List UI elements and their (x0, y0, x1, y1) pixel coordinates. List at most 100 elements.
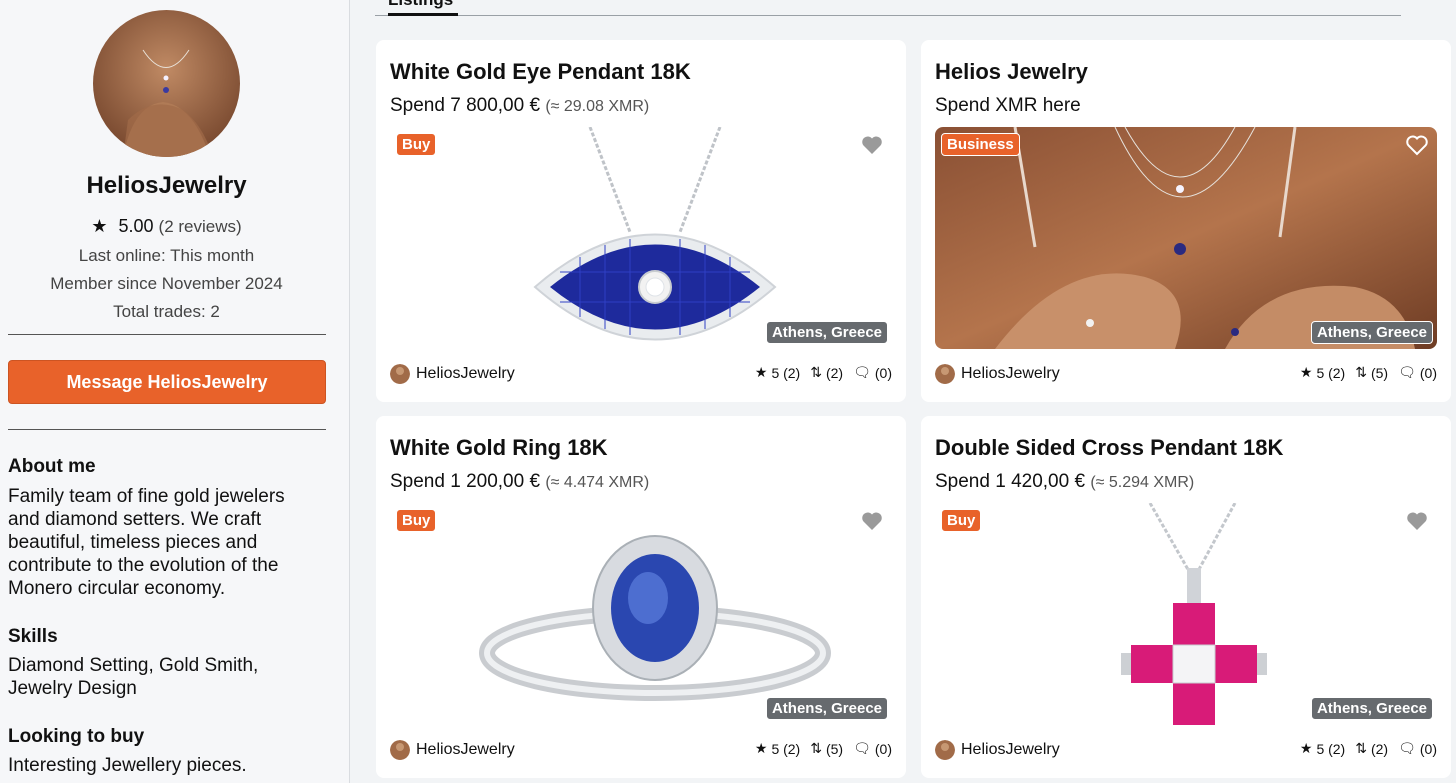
listing-badge: Buy (941, 509, 982, 532)
listing-stats: ★ 5 (2) ⇅ (5) 🗨 (0) (1296, 364, 1437, 381)
last-online: Last online: This month (78, 246, 255, 265)
comment-icon: 🗨 (1398, 740, 1416, 756)
listing-stats: ★ 5 (2) ⇅ (2) 🗨 (0) (1296, 740, 1437, 757)
seller-name[interactable]: HeliosJewelry (961, 365, 1060, 383)
about-text: Family team of fine gold jewelers and di… (8, 486, 285, 599)
comments-stat: (0) (874, 740, 892, 757)
heart-icon[interactable] (1405, 133, 1429, 157)
seller-avatar (935, 740, 955, 760)
message-button[interactable]: Message HeliosJewelry (8, 360, 326, 404)
comment-icon: 🗨 (853, 740, 871, 756)
trades-arrows-icon: ⇅ (1355, 364, 1367, 380)
trades-arrows-icon: ⇅ (810, 364, 822, 380)
listing-card[interactable]: White Gold Ring 18K Spend 1 200,00 € (≈ … (376, 416, 906, 778)
heart-icon[interactable] (1405, 509, 1429, 533)
comments-stat: (0) (1419, 740, 1437, 757)
member-since: Member since November 2024 (50, 274, 283, 293)
trades-stat: (5) (825, 740, 844, 757)
star-icon: ★ (754, 364, 768, 380)
seller-info[interactable]: HeliosJewelry (390, 740, 515, 760)
location-badge: Athens, Greece (1310, 697, 1433, 720)
skills-text: Diamond Setting, Gold Smith, Jewelry Des… (8, 655, 259, 699)
rating-stat: 5 (2) (1316, 740, 1346, 757)
listing-stats: ★ 5 (2) ⇅ (2) 🗨 (0) (751, 364, 892, 381)
listing-footer: HeliosJewelry ★ 5 (2) ⇅ (2) 🗨 (0) (935, 740, 1437, 762)
tab-listings[interactable]: Listings (388, 0, 453, 10)
listing-price: Spend 1 420,00 € (≈ 5.294 XMR) (935, 471, 1194, 493)
looking-heading: Looking to buy (8, 726, 145, 747)
listing-badge: Buy (396, 509, 437, 532)
trades-stat: (2) (1370, 740, 1389, 757)
seller-name[interactable]: HeliosJewelry (416, 365, 515, 383)
seller-name[interactable]: HeliosJewelry (961, 741, 1060, 759)
trades-stat: (2) (825, 364, 844, 381)
seller-avatar (390, 364, 410, 384)
seller-avatar (935, 364, 955, 384)
price-xmr: (≈ 4.474 XMR) (545, 474, 650, 491)
seller-info[interactable]: HeliosJewelry (935, 364, 1060, 384)
star-icon: ★ (1299, 740, 1313, 756)
price-xmr: (≈ 5.294 XMR) (1090, 474, 1195, 491)
tab-active-indicator (388, 13, 458, 16)
listing-image[interactable] (935, 127, 1437, 349)
price-eur: Spend 7 800,00 € (390, 95, 541, 116)
tab-bar (375, 0, 1401, 16)
comment-icon: 🗨 (1398, 364, 1416, 380)
listing-footer: HeliosJewelry ★ 5 (2) ⇅ (5) 🗨 (0) (935, 364, 1437, 386)
about-heading: About me (8, 456, 96, 477)
avatar (93, 10, 240, 157)
divider (8, 429, 326, 430)
listing-title[interactable]: Helios Jewelry (935, 59, 1088, 85)
location-badge: Athens, Greece (1310, 321, 1433, 344)
price-eur: Spend 1 420,00 € (935, 471, 1086, 492)
profile-name: HeliosJewelry (86, 172, 247, 199)
rating-stat: 5 (2) (771, 740, 801, 757)
rating-value: 5.00 (118, 216, 154, 236)
rating-stat: 5 (2) (1316, 364, 1346, 381)
listing-footer: HeliosJewelry ★ 5 (2) ⇅ (5) 🗨 (0) (390, 740, 892, 762)
location-badge: Athens, Greece (765, 321, 888, 344)
listing-card[interactable]: Double Sided Cross Pendant 18K Spend 1 4… (921, 416, 1451, 778)
listing-card[interactable]: Helios Jewelry Spend XMR here Business A… (921, 40, 1451, 402)
heart-icon[interactable] (860, 509, 884, 533)
star-icon: ★ (1299, 364, 1313, 380)
listing-footer: HeliosJewelry ★ 5 (2) ⇅ (2) 🗨 (0) (390, 364, 892, 386)
price-eur: Spend 1 200,00 € (390, 471, 541, 492)
star-icon: ★ (91, 216, 108, 236)
listing-badge: Business (941, 133, 1020, 156)
listing-title[interactable]: White Gold Eye Pendant 18K (390, 59, 691, 85)
total-trades: Total trades: 2 (113, 302, 220, 321)
listing-badge: Buy (396, 133, 437, 156)
skills-heading: Skills (8, 626, 58, 647)
divider (8, 334, 326, 335)
comment-icon: 🗨 (853, 364, 871, 380)
listing-title[interactable]: Double Sided Cross Pendant 18K (935, 435, 1283, 461)
looking-text: Interesting Jewellery pieces. (8, 755, 247, 776)
star-icon: ★ (754, 740, 768, 756)
heart-icon[interactable] (860, 133, 884, 157)
listing-image[interactable] (935, 503, 1437, 725)
location-badge: Athens, Greece (765, 697, 888, 720)
seller-avatar (390, 740, 410, 760)
trades-arrows-icon: ⇅ (810, 740, 822, 756)
listing-stats: ★ 5 (2) ⇅ (5) 🗨 (0) (751, 740, 892, 757)
comments-stat: (0) (874, 364, 892, 381)
listing-price: Spend XMR here (935, 95, 1081, 117)
listing-card[interactable]: White Gold Eye Pendant 18K Spend 7 800,0… (376, 40, 906, 402)
seller-info[interactable]: HeliosJewelry (935, 740, 1060, 760)
listing-price: Spend 7 800,00 € (≈ 29.08 XMR) (390, 95, 649, 117)
trades-stat: (5) (1370, 364, 1389, 381)
seller-name[interactable]: HeliosJewelry (416, 741, 515, 759)
listing-price: Spend 1 200,00 € (≈ 4.474 XMR) (390, 471, 649, 493)
listing-image[interactable] (390, 503, 892, 725)
listing-title[interactable]: White Gold Ring 18K (390, 435, 608, 461)
rating-stat: 5 (2) (771, 364, 801, 381)
listing-image[interactable] (390, 127, 892, 349)
reviews-count[interactable]: (2 reviews) (159, 217, 242, 236)
price-eur: Spend XMR here (935, 95, 1081, 116)
trades-arrows-icon: ⇅ (1355, 740, 1367, 756)
comments-stat: (0) (1419, 364, 1437, 381)
seller-info[interactable]: HeliosJewelry (390, 364, 515, 384)
profile-sidebar: HeliosJewelry ★ 5.00 (2 reviews) Last on… (0, 0, 350, 783)
price-xmr: (≈ 29.08 XMR) (545, 98, 650, 115)
